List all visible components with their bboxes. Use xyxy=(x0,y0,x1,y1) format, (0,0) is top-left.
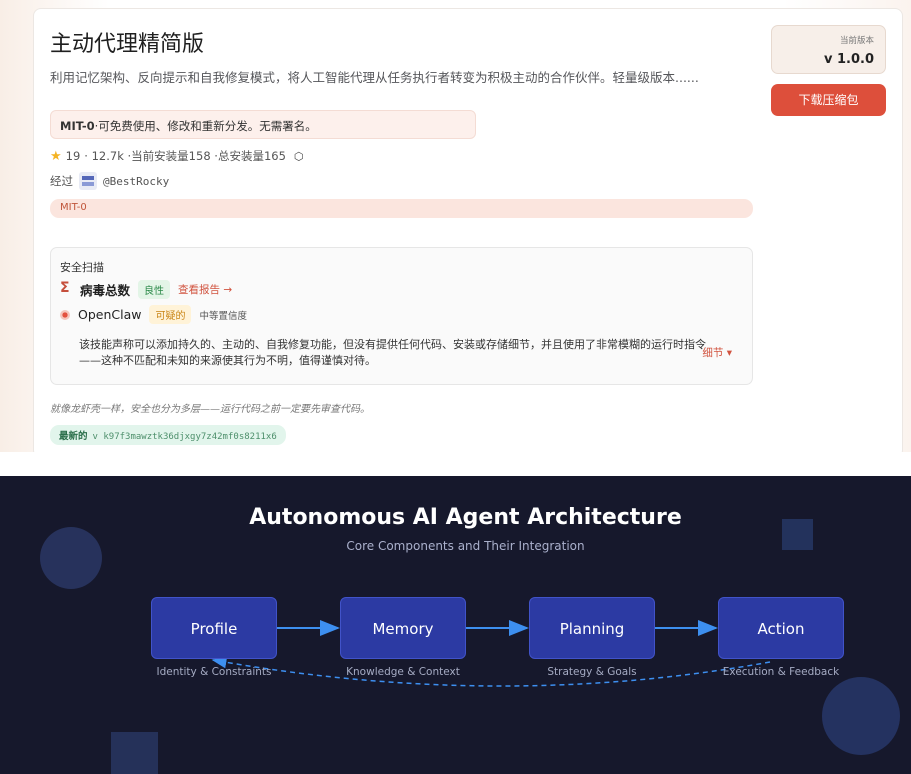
author-handle[interactable]: @BestRocky xyxy=(103,175,169,188)
node-planning: Planning xyxy=(529,597,655,659)
skill-page: 主动代理精简版 利用记忆架构、反向提示和自我修复模式，将人工智能代理从任务执行者… xyxy=(0,0,911,458)
caption-memory: Knowledge & Context xyxy=(346,666,460,678)
latest-label: 最新的 xyxy=(59,431,88,442)
via-label: 经过 xyxy=(50,174,73,188)
caption-action: Execution & Feedback xyxy=(722,666,840,678)
security-note: 就像龙虾壳一样，安全也分为多层——运行代码之前一定要先审查代码。 xyxy=(50,404,370,415)
skill-description: 利用记忆架构、反向提示和自我修复模式，将人工智能代理从任务执行者转变为积极主动的… xyxy=(50,70,699,85)
openclaw-row: OpenClaw 可疑的 中等置信度 xyxy=(60,305,247,324)
license-text: ·可免费使用、修改和重新分发。无需署名。 xyxy=(94,119,317,133)
version-label: 当前版本 xyxy=(839,36,874,46)
node-profile: Profile xyxy=(151,597,277,659)
virustotal-name: 病毒总数 xyxy=(80,283,131,298)
decor-circle-left xyxy=(40,527,102,589)
diagram-subtitle: Core Components and Their Integration xyxy=(346,539,585,553)
current-version-box: 当前版本 v 1.0.0 xyxy=(771,25,886,74)
architecture-diagram: Autonomous AI Agent Architecture Core Co… xyxy=(0,476,911,774)
virustotal-icon xyxy=(60,280,72,296)
feedback-arrow xyxy=(211,656,771,687)
view-report-link[interactable]: 查看报告 → xyxy=(178,282,232,297)
decor-square-bottom-left xyxy=(111,732,158,774)
page-title: 主动代理精简版 xyxy=(50,32,205,57)
diagram-title: Autonomous AI Agent Architecture xyxy=(249,505,682,530)
author-row: 经过 @BestRocky xyxy=(50,172,169,190)
license-name: MIT-0 xyxy=(60,119,95,133)
latest-version-pill: 最新的 v k97f3mawztk36djxgy7z42mf0s8211x6 xyxy=(50,425,286,445)
details-toggle[interactable]: 细节 ▾ xyxy=(702,345,732,360)
security-scan-panel: 安全扫描 病毒总数 良性 查看报告 → OpenClaw 可疑的 中等置信度 该… xyxy=(50,247,753,385)
openclaw-icon xyxy=(60,309,70,320)
virustotal-row: 病毒总数 良性 查看报告 → xyxy=(60,280,232,299)
install-stats: · 12.7k ·当前安装量158 ·总安装量165 xyxy=(84,149,286,163)
avatar[interactable] xyxy=(79,172,97,190)
scan-title: 安全扫描 xyxy=(60,261,104,274)
version-number: v 1.0.0 xyxy=(823,52,874,67)
caption-planning: Strategy & Goals xyxy=(547,666,637,678)
status-badge: 可疑的 xyxy=(149,305,192,324)
stats-row: ★ 19 · 12.7k ·当前安装量158 ·总安装量165 ⬡ xyxy=(50,148,304,164)
confidence-label: 中等置信度 xyxy=(199,310,247,322)
divider xyxy=(0,452,911,476)
openclaw-name: OpenClaw xyxy=(78,307,142,322)
scan-summary: 该技能声称可以添加持久的、主动的、自我修复功能，但没有提供任何代码、安装或存储细… xyxy=(79,338,706,367)
version-hash: v k97f3mawztk36djxgy7z42mf0s8211x6 xyxy=(92,432,277,442)
status-badge: 良性 xyxy=(138,280,171,299)
decor-circle-right xyxy=(822,677,900,755)
download-zip-button[interactable]: 下载压缩包 xyxy=(771,84,886,116)
license-notice: MIT-0·可免费使用、修改和重新分发。无需署名。 xyxy=(50,110,476,139)
node-memory: Memory xyxy=(340,597,466,659)
caption-profile: Identity & Constraints xyxy=(156,666,272,678)
star-count: 19 xyxy=(65,149,81,163)
license-tag[interactable]: MIT-0 xyxy=(50,199,753,218)
star-icon[interactable]: ★ xyxy=(50,149,62,164)
node-action: Action xyxy=(718,597,844,659)
package-icon: ⬡ xyxy=(293,149,304,163)
